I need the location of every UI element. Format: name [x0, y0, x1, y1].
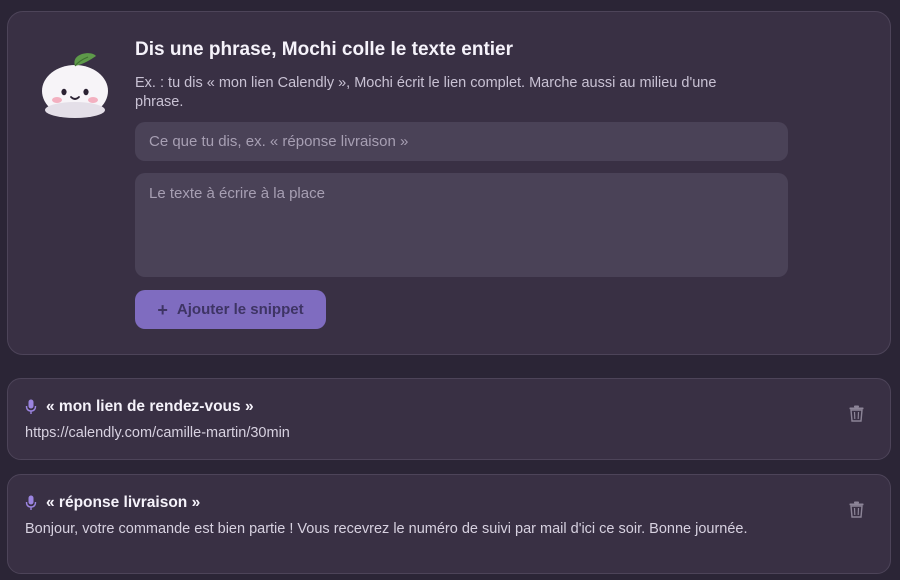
snippet-trigger: « mon lien de rendez-vous »: [46, 398, 254, 415]
replacement-textarea[interactable]: Le texte à écrire à la place: [135, 173, 788, 277]
panel-title: Dis une phrase, Mochi colle le texte ent…: [135, 39, 514, 60]
trigger-input[interactable]: Ce que tu dis, ex. « réponse livraison »: [135, 122, 788, 161]
trigger-placeholder: Ce que tu dis, ex. « réponse livraison »: [149, 133, 409, 150]
panel-description: Ex. : tu dis « mon lien Calendly », Moch…: [135, 75, 717, 110]
snippet-trigger: « réponse livraison »: [46, 494, 201, 511]
add-snippet-button[interactable]: + Ajouter le snippet: [135, 290, 326, 329]
replacement-placeholder: Le texte à écrire à la place: [149, 185, 325, 202]
add-snippet-panel: Dis une phrase, Mochi colle le texte ent…: [7, 11, 891, 355]
microphone-icon: [25, 495, 37, 510]
add-snippet-label: Ajouter le snippet: [176, 301, 304, 318]
snippet-replacement: Bonjour, votre commande est bien partie …: [25, 521, 748, 537]
mochi-mascot-icon: [42, 53, 108, 118]
snippet-card: « réponse livraison » Bonjour, votre com…: [7, 474, 891, 574]
snippet-replacement: https://calendly.com/camille-martin/30mi…: [25, 425, 290, 441]
plus-icon: +: [157, 299, 168, 320]
trash-icon[interactable]: [849, 405, 864, 422]
trash-icon[interactable]: [849, 501, 864, 518]
snippet-card: « mon lien de rendez-vous » https://cale…: [7, 378, 891, 460]
microphone-icon: [25, 399, 37, 414]
